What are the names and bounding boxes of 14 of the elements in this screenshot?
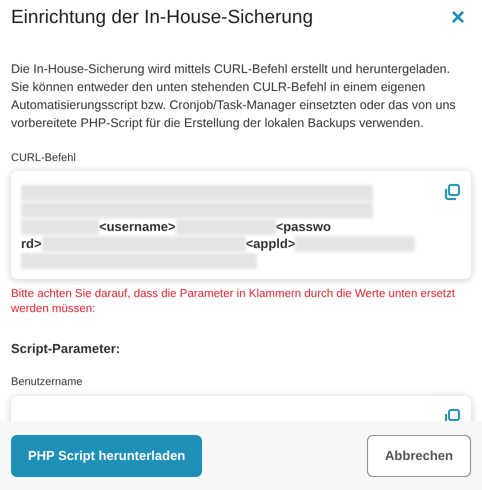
copy-icon[interactable]	[443, 183, 461, 201]
placeholder-token: <passwo	[276, 219, 331, 234]
warning-text: Bitte achten Sie darauf, dass die Parameter in Klammern durch die Werte unten ersetzt werden müssen:	[11, 287, 456, 317]
field-label: CURL-Befehl	[11, 152, 77, 164]
section-heading: Script-Parameter:	[11, 341, 122, 356]
placeholder-token: rd>	[21, 236, 42, 251]
intro-text: Die In-House-Sicherung wird mittels CURL-Befehl erstellt und heruntergeladen. Sie können entweder den unten stehenden CULR-Befehl in einem eigenen Automatisierungsscript bzw. Cronjob/Task-Manager einsetzten oder das von uns vorbereitete PHP-Script für die Erstellung der lokalen Backups verwenden.	[11, 61, 457, 132]
placeholder-token: <appld>	[246, 236, 296, 251]
dialog-title: Einrichtung der In-House-Sicherung	[11, 7, 314, 29]
placeholder-token: <username>	[99, 219, 176, 234]
download-button[interactable]: PHP Script herunterladen	[11, 434, 202, 476]
close-button[interactable]: ×	[444, 6, 471, 30]
field-label: Benutzername	[11, 376, 84, 388]
cancel-button[interactable]: Abbrechen	[367, 434, 471, 476]
